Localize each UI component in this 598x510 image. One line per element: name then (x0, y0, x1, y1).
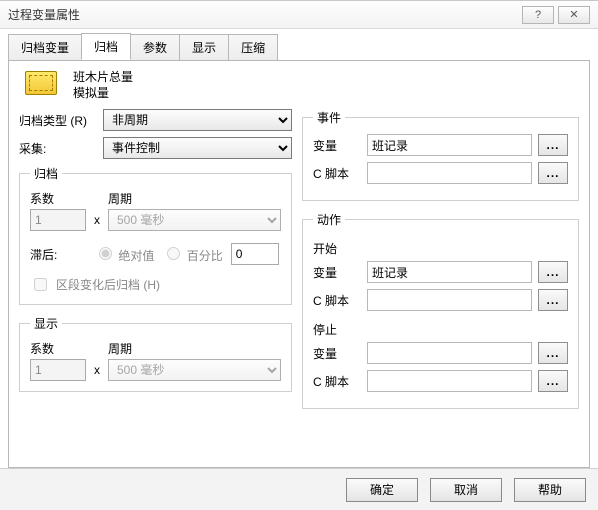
actions-group-legend: 动作 (313, 211, 345, 228)
start-subhead: 开始 (313, 240, 568, 257)
start-script-browse[interactable]: ... (538, 289, 568, 311)
start-var-browse[interactable]: ... (538, 261, 568, 283)
stop-script-input[interactable] (367, 370, 532, 392)
archive-type-combo[interactable]: 非周期 (103, 109, 292, 131)
header-text: 班木片总量 模拟量 (73, 69, 133, 101)
actions-group: 动作 开始 变量 ... C 脚本 ... 停止 变量 (302, 211, 579, 409)
stop-var-label: 变量 (313, 345, 361, 362)
events-script-input[interactable] (367, 162, 532, 184)
dialog-footer: 确定 取消 帮助 (0, 468, 598, 510)
tabstrip: 归档变量 归档 参数 显示 压缩 (0, 29, 598, 60)
stop-script-label: C 脚本 (313, 373, 361, 390)
lag-label: 滞后: (30, 246, 86, 263)
radio-absolute[interactable]: 绝对值 (94, 244, 154, 264)
archive-coef-input[interactable] (30, 209, 86, 231)
lag-value-input[interactable] (231, 243, 279, 265)
radio-percent[interactable]: 百分比 (162, 244, 222, 264)
tab-parameters[interactable]: 参数 (130, 34, 180, 61)
header-line2: 模拟量 (73, 85, 133, 101)
display-group: 显示 系数 周期 x 500 毫秒 (19, 315, 292, 392)
stop-script-browse[interactable]: ... (538, 370, 568, 392)
display-group-legend: 显示 (30, 315, 62, 332)
display-period-label: 周期 (108, 340, 132, 357)
dialog-title: 过程变量属性 (8, 6, 518, 23)
start-var-label: 变量 (313, 264, 361, 281)
tab-display[interactable]: 显示 (179, 34, 229, 61)
segment-change-checkbox[interactable] (34, 278, 47, 291)
coef-label: 系数 (30, 190, 86, 207)
acquisition-combo[interactable]: 事件控制 (103, 137, 292, 159)
dialog-window: 过程变量属性 ? ✕ 归档变量 归档 参数 显示 压缩 班木片总量 模拟量 归档… (0, 0, 598, 510)
multiply-symbol-2: x (92, 363, 102, 377)
period-label: 周期 (108, 190, 132, 207)
header-line1: 班木片总量 (73, 69, 133, 85)
events-var-label: 变量 (313, 137, 361, 154)
stop-var-input[interactable] (367, 342, 532, 364)
acquisition-label: 采集: (19, 140, 97, 157)
close-button[interactable]: ✕ (558, 6, 590, 24)
events-var-input[interactable] (367, 134, 532, 156)
tab-panel-archive: 班木片总量 模拟量 归档类型 (R) 非周期 采集: 事件控制 (8, 60, 590, 468)
start-var-input[interactable] (367, 261, 532, 283)
right-column: 事件 变量 ... C 脚本 ... 动作 开始 (302, 109, 579, 419)
archive-icon (25, 71, 57, 95)
archive-group: 归档 系数 周期 x 500 毫秒 滞后: (19, 165, 292, 305)
help-button-footer[interactable]: 帮助 (514, 478, 586, 502)
ok-button[interactable]: 确定 (346, 478, 418, 502)
display-coef-input[interactable] (30, 359, 86, 381)
tab-compression[interactable]: 压缩 (228, 34, 278, 61)
events-script-label: C 脚本 (313, 165, 361, 182)
archive-group-legend: 归档 (30, 165, 62, 182)
stop-subhead: 停止 (313, 321, 568, 338)
archive-period-combo[interactable]: 500 毫秒 (108, 209, 281, 231)
archive-type-label: 归档类型 (R) (19, 112, 97, 129)
segment-change-label: 区段变化后归档 (H) (56, 276, 160, 293)
display-coef-label: 系数 (30, 340, 86, 357)
stop-var-browse[interactable]: ... (538, 342, 568, 364)
events-group-legend: 事件 (313, 109, 345, 126)
titlebar: 过程变量属性 ? ✕ (0, 1, 598, 29)
start-script-label: C 脚本 (313, 292, 361, 309)
left-column: 归档类型 (R) 非周期 采集: 事件控制 归档 系数 (19, 109, 292, 419)
start-script-input[interactable] (367, 289, 532, 311)
cancel-button[interactable]: 取消 (430, 478, 502, 502)
tab-archive[interactable]: 归档 (81, 33, 131, 60)
tab-archive-variable[interactable]: 归档变量 (8, 34, 82, 61)
header-block: 班木片总量 模拟量 (19, 69, 579, 101)
help-button[interactable]: ? (522, 6, 554, 24)
display-period-combo[interactable]: 500 毫秒 (108, 359, 281, 381)
events-var-browse[interactable]: ... (538, 134, 568, 156)
events-script-browse[interactable]: ... (538, 162, 568, 184)
multiply-symbol: x (92, 213, 102, 227)
events-group: 事件 变量 ... C 脚本 ... (302, 109, 579, 201)
